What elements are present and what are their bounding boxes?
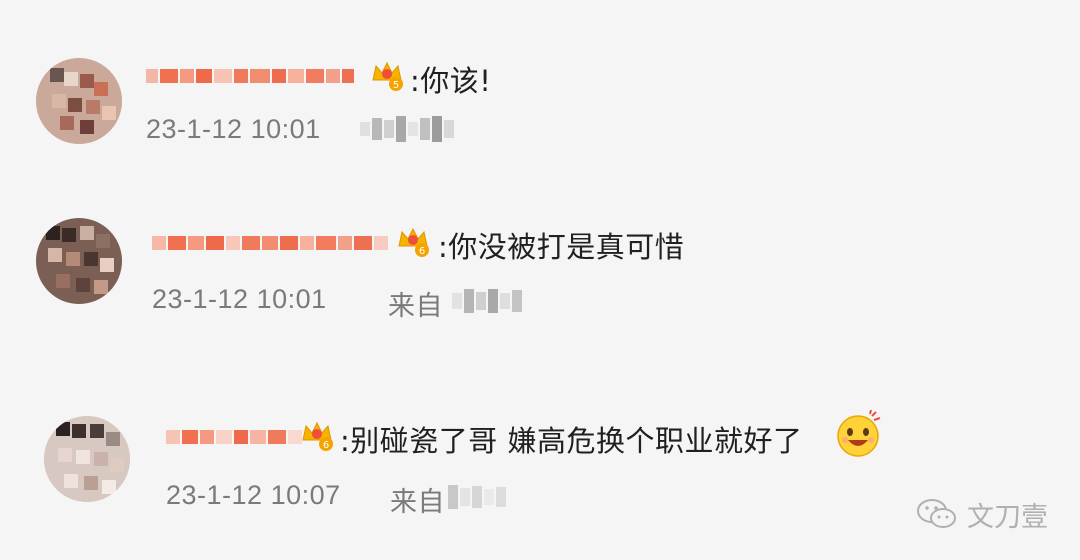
source-redacted <box>360 116 454 142</box>
vip-crown-badge-icon: 5 <box>372 61 403 91</box>
avatar[interactable] <box>36 58 122 144</box>
comment-timestamp: 23-1-12 10:01 <box>146 114 321 144</box>
comment-message: :你没被打是真可惜 <box>438 230 685 264</box>
avatar[interactable] <box>44 416 130 502</box>
source-redacted <box>448 484 506 510</box>
comment-timestamp: 23-1-12 10:01 <box>152 284 327 314</box>
watermark: 文刀壹 <box>915 494 1048 534</box>
username-redacted[interactable] <box>146 67 354 85</box>
comment-source-label: 来自 <box>388 291 443 321</box>
comment-message: :你该! <box>410 64 492 98</box>
username-redacted[interactable] <box>152 234 388 252</box>
comment-item: 5 :你该! 23-1-12 10:01 <box>0 40 1080 210</box>
comment-timestamp: 23-1-12 10:07 <box>166 480 341 510</box>
wechat-icon <box>917 499 956 528</box>
avatar[interactable] <box>36 218 122 304</box>
source-redacted <box>452 288 522 314</box>
vip-crown-badge-icon: 6 <box>398 227 429 257</box>
comment-source-label: 来自 <box>390 487 445 517</box>
comment-message: :别碰瓷了哥 嫌高危换个职业就好了 <box>340 424 803 458</box>
comment-item: 6 :你没被打是真可惜 23-1-12 10:01 来自 <box>0 200 1080 370</box>
laughing-emoji-icon <box>837 410 881 457</box>
watermark-text: 文刀壹 <box>967 501 1048 533</box>
svg-text:6: 6 <box>419 246 425 257</box>
svg-text:5: 5 <box>393 80 399 91</box>
username-redacted[interactable] <box>166 428 302 446</box>
svg-text:6: 6 <box>323 440 329 451</box>
vip-crown-badge-icon: 6 <box>302 421 333 451</box>
